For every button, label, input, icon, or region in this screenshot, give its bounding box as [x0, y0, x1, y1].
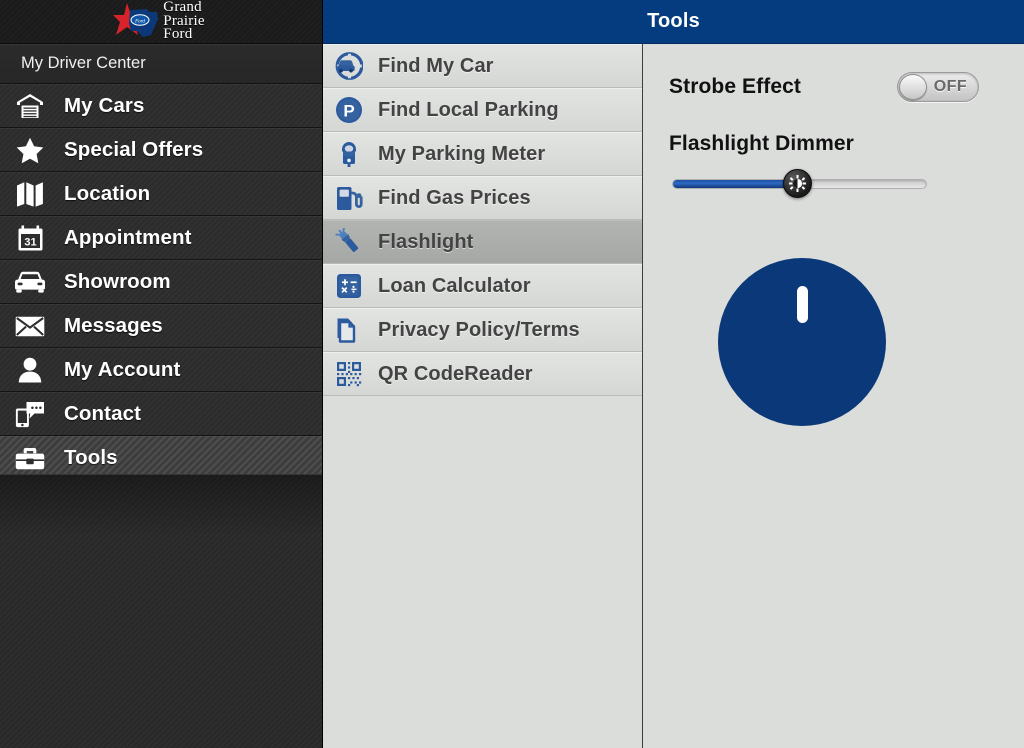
- content-body: Find My Car P Find Local Parking My Park…: [323, 44, 1024, 748]
- flashlight-dimmer-label: Flashlight Dimmer: [669, 132, 854, 155]
- app-root: Ford Grand Prairie Ford My Driver Center: [0, 0, 1024, 748]
- tool-item-flashlight[interactable]: Flashlight: [323, 220, 642, 264]
- toolbox-icon: [12, 443, 48, 473]
- tool-item-find-my-car[interactable]: Find My Car: [323, 44, 642, 88]
- tool-item-label: QR CodeReader: [378, 362, 533, 385]
- sidebar: Ford Grand Prairie Ford My Driver Center: [0, 0, 323, 748]
- tool-item-find-gas-prices[interactable]: Find Gas Prices: [323, 176, 642, 220]
- sidebar-item-contact[interactable]: Contact: [0, 392, 322, 436]
- compass-car-icon: [334, 51, 364, 81]
- power-symbol-bar: [796, 286, 808, 323]
- sidebar-item-label: Special Offers: [64, 138, 204, 161]
- tools-list: Find My Car P Find Local Parking My Park…: [323, 44, 643, 748]
- tool-item-label: Flashlight: [378, 230, 474, 253]
- parking-meter-icon: [334, 139, 364, 169]
- tool-item-label: Find My Car: [378, 54, 494, 77]
- tool-item-label: My Parking Meter: [378, 142, 546, 165]
- slider-thumb[interactable]: [783, 169, 812, 198]
- grand-prairie-ford-logo-icon: Ford: [113, 2, 159, 37]
- brightness-icon: [789, 175, 806, 192]
- tool-item-loan-calculator[interactable]: Loan Calculator: [323, 264, 642, 308]
- sidebar-section-label: My Driver Center: [0, 44, 322, 84]
- sidebar-item-label: Appointment: [64, 226, 192, 249]
- calendar-icon: 31: [12, 223, 48, 253]
- sidebar-item-label: My Account: [64, 358, 181, 381]
- toggle-knob: [899, 74, 927, 100]
- map-icon: [12, 179, 48, 209]
- sidebar-item-appointment[interactable]: 31 Appointment: [0, 216, 322, 260]
- sidebar-item-label: Contact: [64, 402, 142, 425]
- brand-logo-bar: Ford Grand Prairie Ford: [0, 0, 322, 44]
- tool-item-find-local-parking[interactable]: P Find Local Parking: [323, 88, 642, 132]
- parking-p-icon: P: [334, 95, 364, 125]
- brand-logo: Ford Grand Prairie Ford: [113, 0, 204, 43]
- phone-chat-icon: [12, 399, 48, 429]
- sidebar-item-my-cars[interactable]: My Cars: [0, 84, 322, 128]
- brand-logo-text: Grand Prairie Ford: [163, 0, 204, 43]
- sidebar-item-label: Tools: [64, 446, 118, 469]
- sidebar-item-label: Location: [64, 182, 151, 205]
- sidebar-item-label: My Cars: [64, 94, 145, 117]
- sidebar-item-my-account[interactable]: My Account: [0, 348, 322, 392]
- sidebar-item-showroom[interactable]: Showroom: [0, 260, 322, 304]
- star-icon: [12, 135, 48, 165]
- page-title: Tools: [647, 10, 700, 32]
- flashlight-detail-panel: Strobe Effect OFF Flashlight Dimmer: [643, 44, 1024, 748]
- slider-fill: [673, 180, 797, 188]
- tool-item-qr-code-reader[interactable]: QR CodeReader: [323, 352, 642, 396]
- tool-item-label: Loan Calculator: [378, 274, 531, 297]
- garage-icon: [12, 91, 48, 121]
- flashlight-power-button[interactable]: [718, 258, 886, 426]
- flashlight-icon: [334, 227, 364, 257]
- sidebar-item-label: Showroom: [64, 270, 171, 293]
- calculator-icon: [334, 271, 364, 301]
- sidebar-empty-area: [0, 474, 322, 748]
- tool-item-label: Find Gas Prices: [378, 186, 531, 209]
- car-front-icon: [12, 267, 48, 297]
- brand-logo-line-3: Ford: [163, 26, 193, 43]
- strobe-effect-label: Strobe Effect: [669, 75, 801, 98]
- tool-item-label: Find Local Parking: [378, 98, 559, 121]
- tool-item-my-parking-meter[interactable]: My Parking Meter: [323, 132, 642, 176]
- content-area: Tools Find My Car P Find Local Parking M…: [323, 0, 1024, 748]
- person-icon: [12, 355, 48, 385]
- toggle-state-label: OFF: [933, 78, 967, 95]
- svg-text:P: P: [343, 102, 354, 121]
- page-header: Tools: [323, 0, 1024, 44]
- gas-pump-icon: [334, 183, 364, 213]
- tool-item-privacy-policy-terms[interactable]: Privacy Policy/Terms: [323, 308, 642, 352]
- strobe-effect-row: Strobe Effect OFF: [669, 72, 979, 102]
- sidebar-item-special-offers[interactable]: Special Offers: [0, 128, 322, 172]
- sidebar-item-label: Messages: [64, 314, 163, 337]
- svg-text:31: 31: [24, 236, 36, 248]
- sidebar-item-messages[interactable]: Messages: [0, 304, 322, 348]
- sidebar-item-location[interactable]: Location: [0, 172, 322, 216]
- svg-text:Ford: Ford: [134, 19, 145, 24]
- flashlight-dimmer-slider[interactable]: [672, 169, 927, 198]
- documents-icon: [334, 315, 364, 345]
- tool-item-label: Privacy Policy/Terms: [378, 318, 580, 341]
- strobe-effect-toggle[interactable]: OFF: [897, 72, 979, 102]
- envelope-icon: [12, 311, 48, 341]
- qr-code-icon: [334, 359, 364, 389]
